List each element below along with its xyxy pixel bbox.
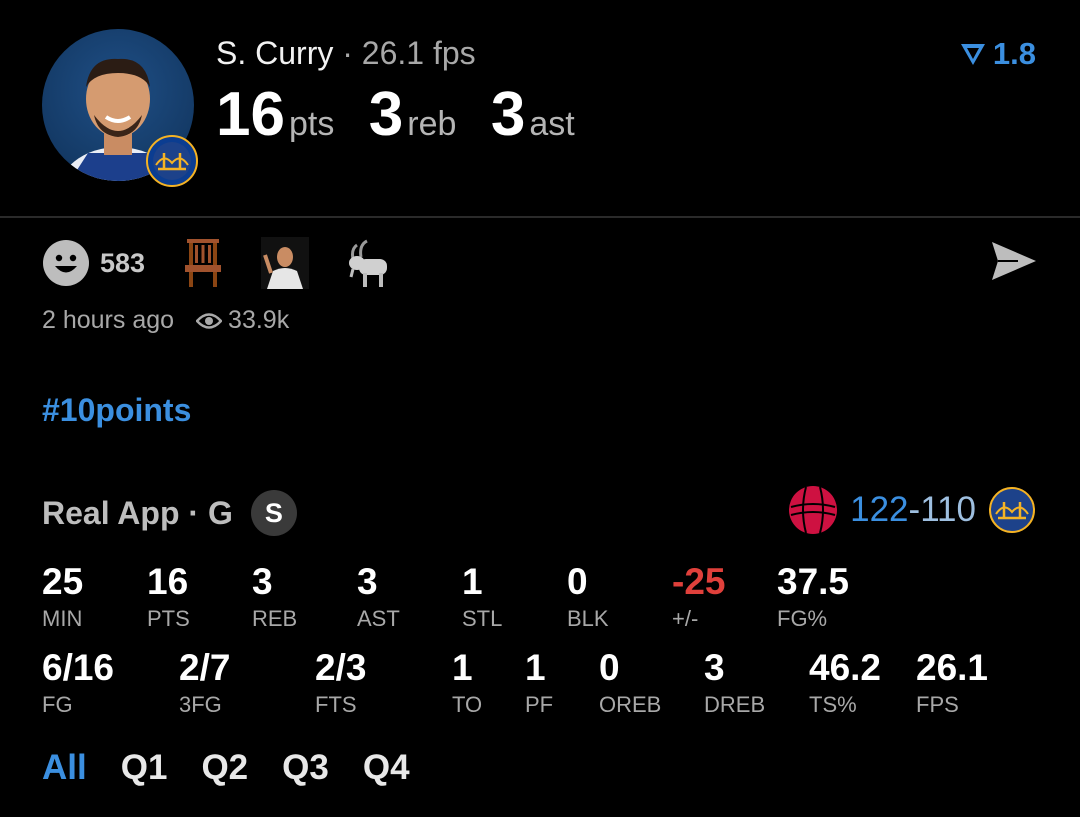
stat-value: 3 bbox=[252, 561, 273, 602]
stat-label: MIN bbox=[42, 606, 83, 631]
reaction-count: 583 bbox=[100, 247, 146, 278]
player-reaction-icon[interactable] bbox=[261, 237, 310, 289]
filter-arrow-icon bbox=[960, 44, 985, 65]
stat-value: 1 bbox=[525, 647, 546, 688]
stat-value: 0 bbox=[567, 561, 588, 602]
stat-label: PF bbox=[525, 692, 554, 717]
stat-ts-pct: 46.2 TS% bbox=[809, 647, 881, 719]
stat-blk: 0 BLK bbox=[567, 561, 609, 633]
stat-value: 46.2 bbox=[809, 647, 882, 688]
stat-min: 25 MIN bbox=[42, 561, 83, 633]
headline-reb-unit: reb bbox=[407, 105, 457, 143]
game-score[interactable]: 122-110 bbox=[788, 485, 1036, 535]
stat-label: OREB bbox=[599, 692, 662, 717]
game-source: Real App · G S bbox=[42, 490, 297, 536]
stat-value: 3 bbox=[357, 561, 378, 602]
stat-label: TS% bbox=[809, 692, 857, 717]
score-away: 110 bbox=[920, 490, 976, 529]
smiley-icon[interactable] bbox=[42, 239, 90, 287]
post-meta: 2 hours ago 33.9k bbox=[42, 306, 289, 335]
stat-value: 16 bbox=[147, 561, 189, 602]
score-home: 122 bbox=[850, 490, 909, 529]
stat-3fg: 2/7 3FG bbox=[179, 647, 230, 719]
stat-label: +/- bbox=[672, 606, 699, 631]
view-count-value: 33.9k bbox=[228, 306, 290, 334]
tab-q2[interactable]: Q2 bbox=[201, 748, 248, 788]
player-fps: 26.1 fps bbox=[361, 35, 476, 71]
player-name[interactable]: S. Curry bbox=[216, 35, 333, 71]
rating-badge[interactable]: 1.8 bbox=[959, 36, 1036, 72]
hashtag-link[interactable]: #10points bbox=[42, 392, 191, 429]
stat-value: 1 bbox=[462, 561, 483, 602]
headline-ast-unit: ast bbox=[529, 105, 575, 143]
stat-label: FTS bbox=[315, 692, 357, 717]
headline-pts: 16 bbox=[216, 80, 285, 149]
stat-label: STL bbox=[462, 606, 503, 631]
warriors-logo-icon bbox=[989, 487, 1035, 533]
reactions-bar: 583 bbox=[42, 237, 425, 289]
post-time: 2 hours ago bbox=[42, 306, 175, 334]
stat-label: FG bbox=[42, 692, 73, 717]
stat-label: 3FG bbox=[179, 692, 222, 717]
stat-pf: 1 PF bbox=[525, 647, 553, 719]
stat-value: 26.1 bbox=[916, 647, 989, 688]
stat-fts: 2/3 FTS bbox=[315, 647, 366, 719]
stat-value: 6/16 bbox=[42, 647, 115, 688]
stat-value: 0 bbox=[599, 647, 620, 688]
rating-value: 1.8 bbox=[992, 36, 1036, 71]
stat-value: 25 bbox=[42, 561, 84, 602]
stat-value: 1 bbox=[452, 647, 473, 688]
period-tabs: All Q1 Q2 Q3 Q4 bbox=[42, 748, 410, 788]
chair-icon[interactable] bbox=[179, 237, 227, 289]
stat-label: REB bbox=[252, 606, 298, 631]
headline-pts-unit: pts bbox=[288, 105, 335, 143]
stat-value: 37.5 bbox=[777, 561, 850, 602]
stat-reb: 3 REB bbox=[252, 561, 297, 633]
stat-oreb: 0 OREB bbox=[599, 647, 661, 719]
stat-label: FG% bbox=[777, 606, 828, 631]
headline-stats: 16 pts 3 reb 3 ast bbox=[216, 80, 605, 150]
stat-label: FPS bbox=[916, 692, 959, 717]
tab-q1[interactable]: Q1 bbox=[121, 748, 168, 788]
stat-value: -25 bbox=[672, 561, 726, 602]
headline-reb: 3 bbox=[368, 80, 404, 149]
player-name-line: S. Curry · 26.1 fps bbox=[216, 34, 476, 72]
tab-all[interactable]: All bbox=[42, 748, 87, 788]
game-source-label: Real App · G bbox=[42, 494, 233, 531]
raptors-logo-icon bbox=[789, 486, 838, 534]
stat-label: DREB bbox=[704, 692, 766, 717]
stat-label: PTS bbox=[147, 606, 190, 631]
stat-fg: 6/16 FG bbox=[42, 647, 114, 719]
eye-icon bbox=[196, 312, 223, 329]
headline-ast: 3 bbox=[490, 80, 526, 149]
name-separator: · bbox=[342, 35, 353, 71]
goat-icon[interactable] bbox=[343, 237, 391, 289]
stat-fps: 26.1 FPS bbox=[916, 647, 988, 719]
stat-to: 1 TO bbox=[452, 647, 482, 719]
stat-value: 3 bbox=[704, 647, 725, 688]
stat-plus-minus: -25 +/- bbox=[672, 561, 725, 633]
stat-fg-pct: 37.5 FG% bbox=[777, 561, 849, 633]
stat-ast: 3 AST bbox=[357, 561, 400, 633]
header-divider bbox=[0, 216, 1080, 218]
tab-q4[interactable]: Q4 bbox=[363, 748, 410, 788]
source-badge[interactable]: S bbox=[250, 490, 297, 536]
team-logo-icon bbox=[146, 135, 198, 187]
stat-value: 2/7 bbox=[179, 647, 231, 688]
stat-label: AST bbox=[357, 606, 400, 631]
stat-stl: 1 STL bbox=[462, 561, 502, 633]
stat-dreb: 3 DREB bbox=[704, 647, 765, 719]
view-count: 33.9k bbox=[196, 306, 289, 335]
share-icon[interactable] bbox=[990, 238, 1038, 284]
score-dash: - bbox=[908, 490, 921, 529]
stat-value: 2/3 bbox=[315, 647, 367, 688]
stat-label: TO bbox=[452, 692, 483, 717]
tab-q3[interactable]: Q3 bbox=[282, 748, 329, 788]
stat-pts: 16 PTS bbox=[147, 561, 190, 633]
stat-label: BLK bbox=[567, 606, 609, 631]
